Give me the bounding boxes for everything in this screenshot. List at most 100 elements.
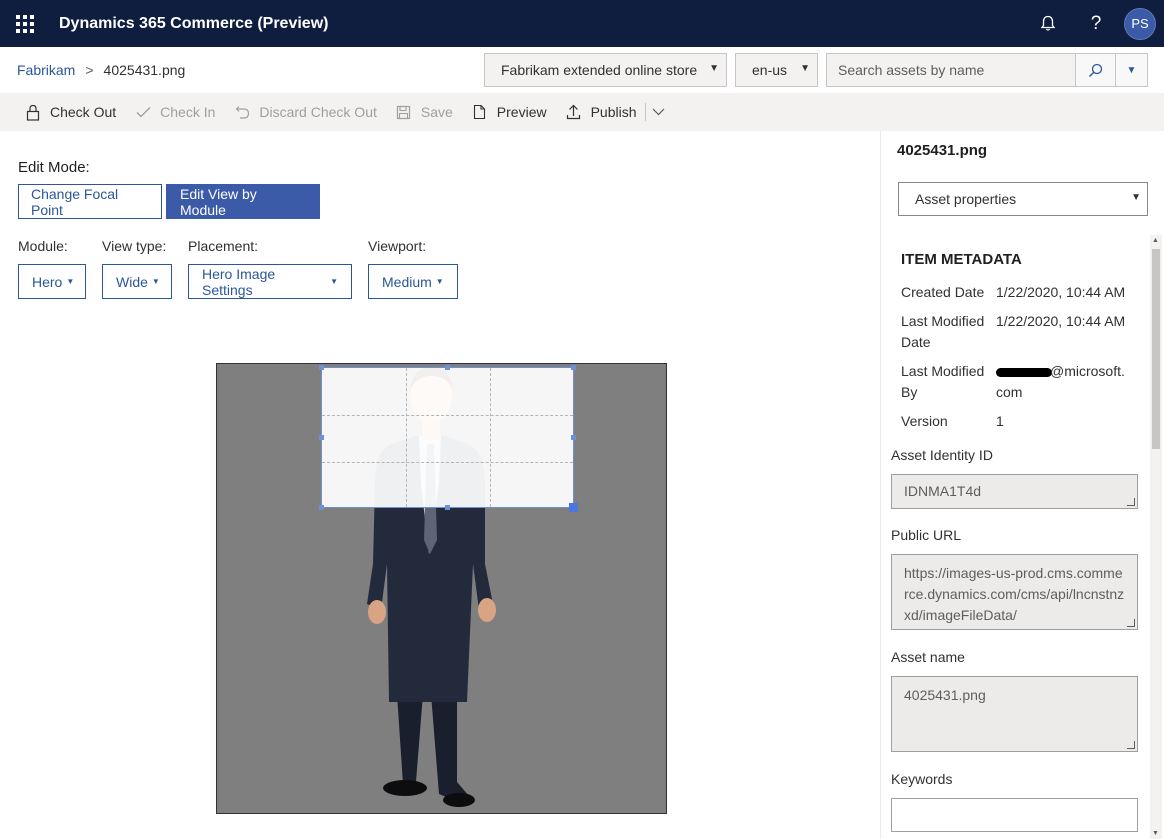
- crop-handle[interactable]: [319, 505, 324, 510]
- asset-name-label: Asset name: [891, 649, 965, 665]
- locale-select-value: en-us: [752, 62, 788, 78]
- caret-down-icon: ▼: [66, 277, 75, 286]
- last-modified-by-domain: @microsoft.: [1050, 363, 1125, 379]
- crop-handle[interactable]: [319, 365, 324, 370]
- user-avatar[interactable]: PS: [1124, 7, 1156, 40]
- crop-handle[interactable]: [445, 505, 450, 510]
- view-type-dropdown[interactable]: Wide ▼: [102, 264, 172, 299]
- scroll-thumb[interactable]: [1152, 249, 1160, 449]
- command-toolbar: Check Out Check In Discard Check Out Sav…: [0, 93, 1164, 131]
- view-type-value: Wide: [116, 273, 148, 290]
- lock-icon: [24, 103, 42, 121]
- asset-name-field[interactable]: 4025431.png: [891, 676, 1138, 752]
- keywords-label: Keywords: [891, 771, 953, 787]
- last-modified-by-label: Last Modified By: [901, 361, 984, 403]
- resize-grip-icon[interactable]: [1127, 741, 1135, 749]
- edit-view-by-module-button[interactable]: Edit View by Module: [166, 184, 320, 219]
- publish-button[interactable]: Publish: [565, 103, 637, 121]
- undo-icon: [233, 103, 251, 121]
- change-focal-point-button[interactable]: Change Focal Point: [18, 184, 162, 219]
- keywords-field[interactable]: [891, 798, 1138, 832]
- created-date-label: Created Date: [901, 284, 985, 300]
- crop-grid-line: [490, 368, 491, 507]
- check-in-button[interactable]: Check In: [134, 103, 215, 121]
- last-modified-by-label-line: Last Modified: [901, 363, 985, 379]
- caret-down-icon: ▼: [435, 277, 444, 286]
- save-icon: [395, 103, 413, 121]
- view-type-label: View type:: [102, 238, 167, 254]
- breadcrumb-root-link[interactable]: Fabrikam: [17, 62, 75, 78]
- preview-button[interactable]: Preview: [471, 103, 547, 121]
- app-title: Dynamics 365 Commerce (Preview): [59, 14, 329, 32]
- crop-handle[interactable]: [571, 365, 576, 370]
- caret-down-icon: ▼: [151, 277, 160, 286]
- site-select-value: Fabrikam extended online store: [501, 62, 698, 78]
- discard-check-out-button[interactable]: Discard Check Out: [233, 103, 377, 121]
- notifications-button[interactable]: [1024, 0, 1072, 47]
- check-out-button[interactable]: Check Out: [24, 103, 116, 121]
- search-button[interactable]: [1075, 54, 1115, 86]
- crop-handle[interactable]: [571, 435, 576, 440]
- public-url-field[interactable]: https://images-us-prod.cms.commerce.dyna…: [891, 554, 1138, 630]
- more-commands-button[interactable]: [652, 105, 665, 119]
- resize-grip-icon[interactable]: [1127, 498, 1135, 506]
- scroll-down-icon[interactable]: ▼: [1152, 830, 1159, 837]
- search-input[interactable]: [827, 54, 1075, 86]
- crop-resize-handle[interactable]: [569, 503, 578, 512]
- properties-panel: 4025431.png Asset properties ▼ ITEM META…: [880, 131, 1164, 839]
- module-dropdown[interactable]: Hero ▼: [18, 264, 86, 299]
- properties-select[interactable]: Asset properties ▼: [898, 182, 1148, 216]
- placement-value: Hero Image Settings: [202, 265, 276, 298]
- viewport-label: Viewport:: [368, 238, 427, 254]
- preview-label: Preview: [496, 104, 547, 120]
- placement-dropdown[interactable]: Hero Image Settings ▼: [188, 264, 352, 299]
- asset-identity-value: IDNMA1T4d: [904, 483, 982, 499]
- asset-search: ▼: [826, 53, 1148, 87]
- panel-scrollbar[interactable]: ▲ ▼: [1150, 235, 1162, 839]
- viewport-dropdown[interactable]: Medium ▼: [368, 264, 458, 299]
- chevron-down-icon: [652, 108, 664, 116]
- crop-grid-line: [322, 462, 573, 463]
- search-options-button[interactable]: ▼: [1115, 54, 1147, 86]
- version-label: Version: [901, 413, 948, 429]
- public-url-value: https://images-us-prod.cms.commerce.dyna…: [904, 565, 1125, 623]
- save-label: Save: [420, 104, 453, 120]
- asset-identity-field[interactable]: IDNMA1T4d: [891, 474, 1138, 509]
- asset-name-value: 4025431.png: [904, 687, 986, 703]
- save-button[interactable]: Save: [395, 103, 453, 121]
- crop-selection-box[interactable]: [319, 365, 578, 512]
- crop-handle[interactable]: [445, 365, 450, 370]
- toolbar-divider: [644, 103, 646, 121]
- breadcrumb-separator: >: [85, 62, 94, 78]
- breadcrumb: Fabrikam >4025431.png: [17, 62, 185, 78]
- bell-icon: [1040, 15, 1056, 31]
- last-modified-date-value: 1/22/2020, 10:44 AM: [996, 313, 1126, 329]
- resize-grip-icon[interactable]: [1127, 619, 1135, 627]
- site-select[interactable]: Fabrikam extended online store ▼: [484, 53, 727, 87]
- discard-check-out-label: Discard Check Out: [259, 104, 377, 120]
- crop-handle[interactable]: [319, 435, 324, 440]
- chevron-down-icon: ▼: [800, 63, 810, 74]
- last-modified-by-domain-end: com: [996, 384, 1023, 400]
- scroll-up-icon[interactable]: ▲: [1152, 237, 1159, 244]
- waffle-icon: [16, 14, 34, 33]
- breadcrumb-row: Fabrikam >4025431.png Fabrikam extended o…: [0, 47, 1164, 93]
- module-label: Module:: [18, 238, 68, 254]
- properties-select-value: Asset properties: [915, 191, 1017, 207]
- app-launcher-button[interactable]: [0, 0, 50, 47]
- top-bar: Dynamics 365 Commerce (Preview) ? PS: [0, 0, 1164, 47]
- version-value: 1: [996, 413, 1004, 429]
- crop-grid-line: [322, 415, 573, 416]
- chevron-down-icon: ▼: [1131, 192, 1141, 203]
- created-date-value: 1/22/2020, 10:44 AM: [996, 284, 1126, 300]
- panel-title: 4025431.png: [897, 142, 988, 159]
- locale-select[interactable]: en-us ▼: [735, 53, 818, 87]
- help-button[interactable]: ?: [1072, 0, 1120, 47]
- last-modified-date-label-line: Last Modified: [901, 313, 985, 329]
- last-modified-date-label: Last Modified Date: [901, 311, 984, 353]
- image-canvas: [216, 363, 667, 814]
- checkmark-icon: [134, 103, 152, 121]
- placement-label: Placement:: [188, 238, 259, 254]
- upload-icon: [565, 103, 583, 121]
- editor-area: Edit Mode: Change Focal Point Edit View …: [0, 131, 880, 839]
